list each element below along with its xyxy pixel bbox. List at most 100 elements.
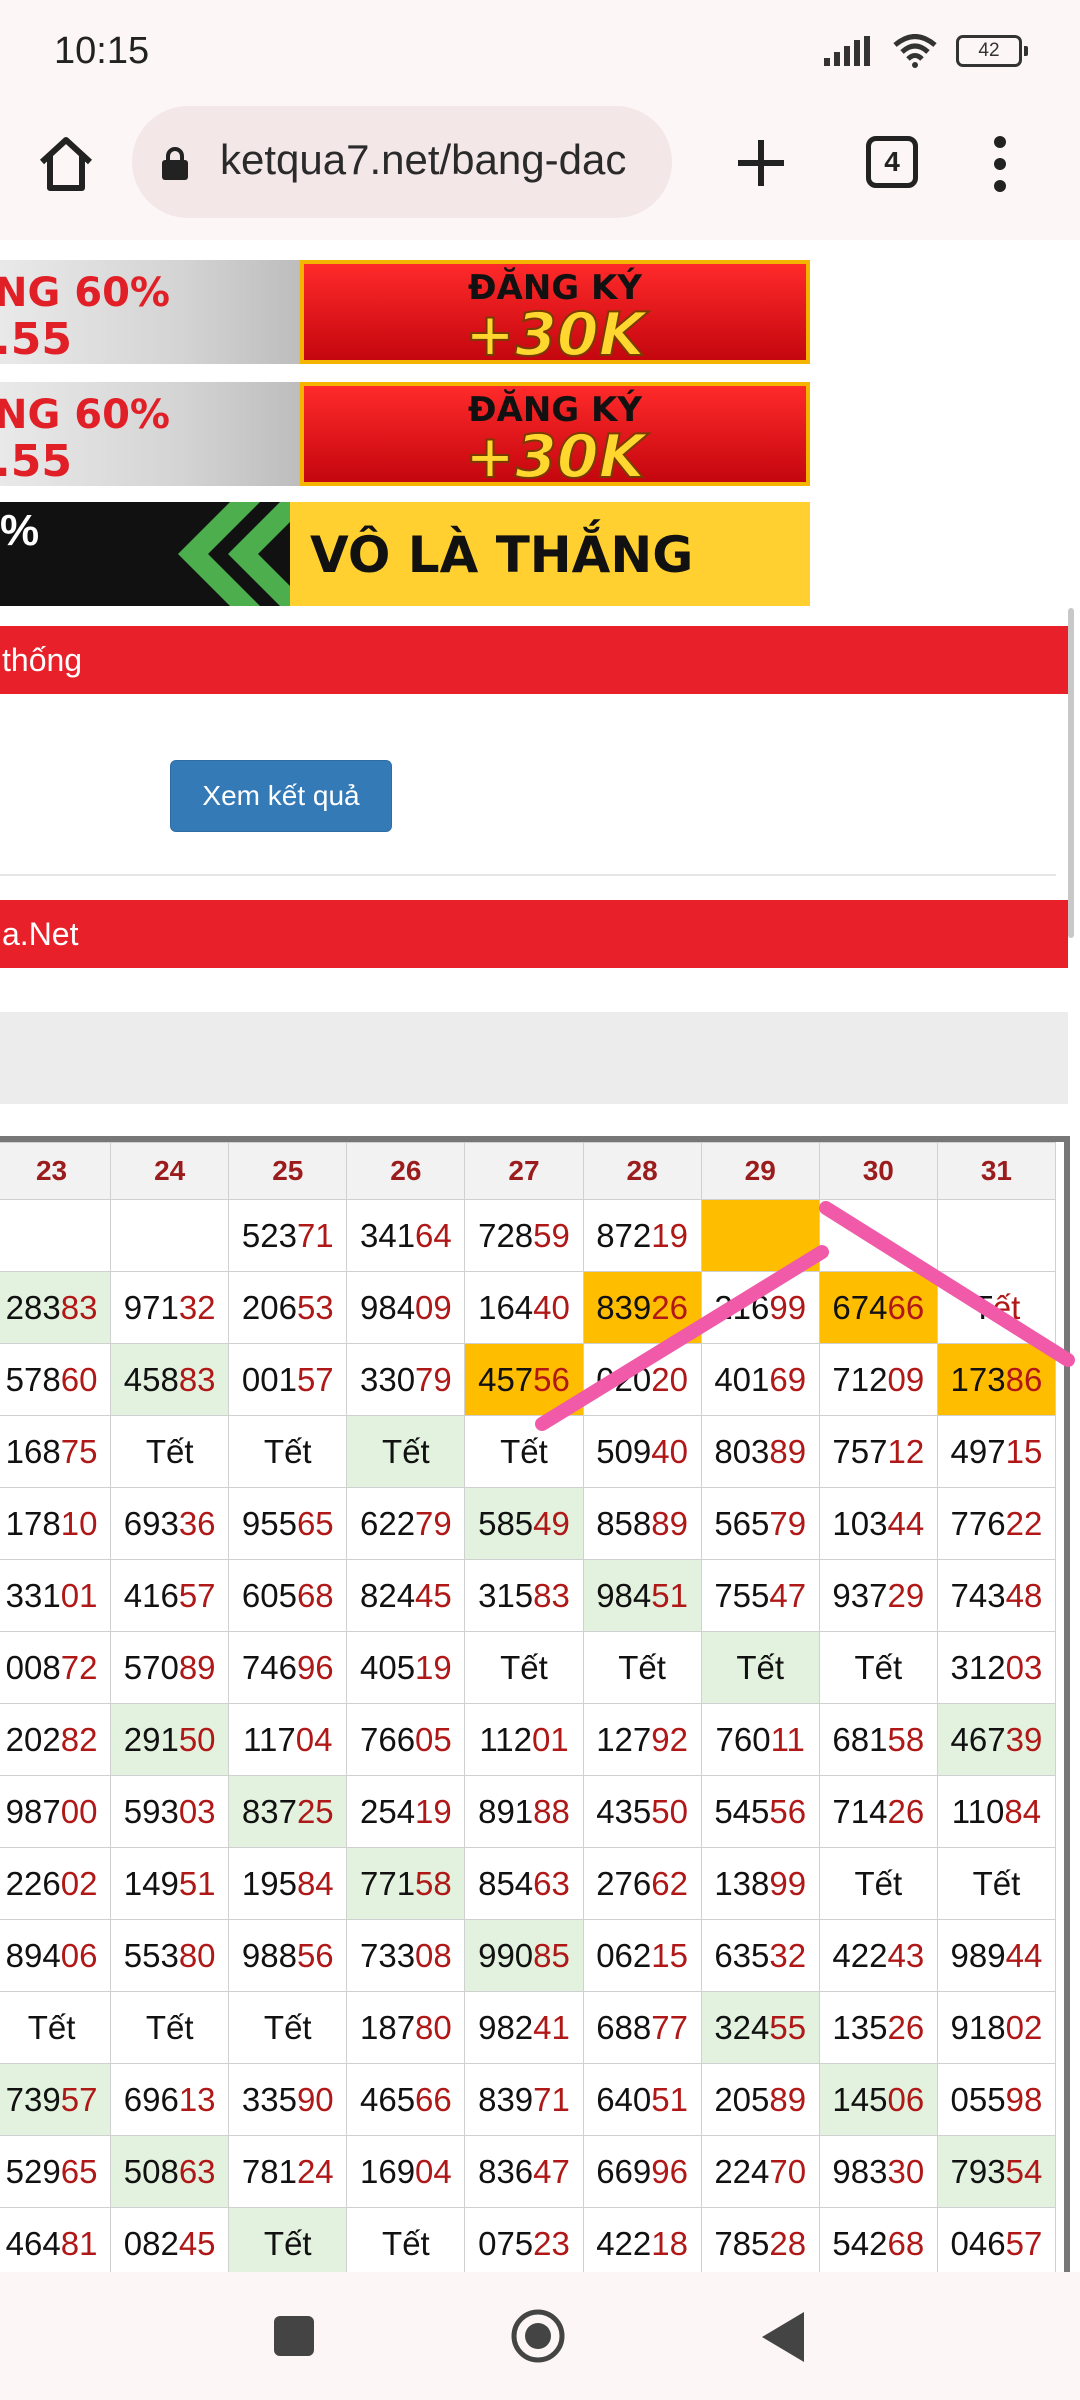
table-cell: 78528 xyxy=(700,2207,820,2272)
cell-lead: 837 xyxy=(241,1792,297,1830)
table-cell: 34164 xyxy=(346,1199,466,1272)
cell-tail: ết xyxy=(992,1288,1021,1326)
cell-lead: 622 xyxy=(359,1504,416,1542)
new-tab-icon[interactable] xyxy=(728,130,794,196)
table-cell: Tết xyxy=(346,1415,466,1488)
table-cell: 11201 xyxy=(464,1703,584,1776)
cell-tail: 44 xyxy=(1005,1936,1043,1974)
back-icon[interactable] xyxy=(758,2310,808,2364)
cell-lead: 755 xyxy=(714,1576,770,1614)
cell-tail: 30 xyxy=(887,2152,925,2190)
table-cell: 32455 xyxy=(700,1991,820,2064)
cell-lead: Tết xyxy=(382,1432,430,1470)
cell-lead: 020 xyxy=(596,1360,652,1398)
cell-lead: 984 xyxy=(359,1288,416,1326)
page-scrollbar[interactable] xyxy=(1068,608,1074,938)
cell-lead: 983 xyxy=(832,2152,888,2190)
cell-tail: 00 xyxy=(60,1792,98,1830)
table-cell: 40169 xyxy=(700,1343,820,1416)
cell-lead: 467 xyxy=(950,1720,1006,1758)
table-cell: 27662 xyxy=(582,1847,702,1920)
table-cell: 77158 xyxy=(346,1847,466,1920)
cell-tail: 63 xyxy=(178,2152,216,2190)
table-cell: 98700 xyxy=(0,1775,112,1848)
table-cell: 29150 xyxy=(110,1703,230,1776)
table-cell: 74696 xyxy=(228,1631,348,1704)
cell-lead: 793 xyxy=(950,2152,1006,2190)
cell-tail: 26 xyxy=(651,1288,688,1326)
cell-lead: 195 xyxy=(241,1864,297,1902)
tab-switcher-button[interactable]: 4 xyxy=(866,136,918,188)
table-cell: 22470 xyxy=(700,2135,820,2208)
cell-tail: 40 xyxy=(651,1432,688,1470)
table-cell: 13526 xyxy=(818,1991,938,2064)
cell-tail: 39 xyxy=(1005,1720,1043,1758)
ad-banner-2-left: NG 60% .55 xyxy=(0,382,300,486)
ad-banner-2-right: ĐĂNG KÝ +30K xyxy=(300,382,810,486)
table-cell: Tết xyxy=(464,1415,584,1488)
cell-lead: 635 xyxy=(714,1936,770,1974)
cell-lead: 457 xyxy=(478,1360,534,1398)
address-bar[interactable]: ketqua7.net/bang-dac xyxy=(132,106,672,218)
cell-tail: 06 xyxy=(887,2080,925,2118)
cell-tail: 70 xyxy=(769,2152,807,2190)
table-cell: 08245 xyxy=(110,2207,230,2272)
cell-lead: 746 xyxy=(241,1648,297,1686)
cell-lead: 585 xyxy=(478,1504,534,1542)
cell-tail: 06 xyxy=(60,1936,98,1974)
home-icon[interactable] xyxy=(30,128,102,200)
table-row: 73957 69613 33590 46566 83971 64051 20589 14506… xyxy=(0,2063,1057,2136)
cell-tail: 29 xyxy=(887,1576,925,1614)
table-cell: 40519 xyxy=(346,1631,466,1704)
table-cell xyxy=(936,1199,1057,1272)
col-header: 31 xyxy=(936,1142,1057,1200)
cell-lead: 202 xyxy=(5,1720,61,1758)
table-cell: 50940 xyxy=(582,1415,702,1488)
cell-tail: 51 xyxy=(178,1864,216,1902)
ad-banner-2[interactable]: NG 60% .55 ĐĂNG KÝ +30K xyxy=(0,382,810,486)
cell-lead: 674 xyxy=(832,1288,888,1326)
home-circle-icon[interactable] xyxy=(510,2308,566,2364)
table-row: 22602 14951 19584 77158 85463 27662 13899 Tết Tế… xyxy=(0,1847,1057,1920)
ad-banner-1[interactable]: NG 60% .55 ĐĂNG KÝ +30K xyxy=(0,260,810,364)
table-cell: 25419 xyxy=(346,1775,466,1848)
cell-tail: 15 xyxy=(1005,1432,1043,1470)
table-cell: 89188 xyxy=(464,1775,584,1848)
table-row: 52371 34164 72859 87219 xyxy=(0,1199,1057,1272)
recents-button[interactable] xyxy=(274,2316,314,2356)
cell-tail: 60 xyxy=(60,1360,98,1398)
cell-tail: 65 xyxy=(296,1504,334,1542)
table-cell: 73308 xyxy=(346,1919,466,1992)
cell-tail: 48 xyxy=(1005,1576,1043,1614)
table-cell: 31583 xyxy=(464,1559,584,1632)
table-cell: 11084 xyxy=(936,1775,1057,1848)
col-header: 25 xyxy=(228,1142,348,1200)
cell-tail: 89 xyxy=(178,1648,216,1686)
table-cell: 33079 xyxy=(346,1343,466,1416)
table-cell: 06215 xyxy=(582,1919,702,1992)
table-cell: 20589 xyxy=(700,2063,820,2136)
table-cell: 91802 xyxy=(936,1991,1057,2064)
table-cell: 69336 xyxy=(110,1487,230,1560)
col-header: 27 xyxy=(464,1142,584,1200)
cell-tail: 32 xyxy=(178,1288,216,1326)
table-cell: 73957 xyxy=(0,2063,112,2136)
signal-icon xyxy=(824,36,870,66)
ad-banner-3[interactable]: % VÔ LÀ THẮNG xyxy=(0,502,810,606)
cell-tail: 99 xyxy=(769,1288,807,1326)
cell-tail: 75 xyxy=(60,1432,98,1470)
table-row: 20282 29150 11704 76605 11201 12792 76011 68158… xyxy=(0,1703,1057,1776)
cell-tail: 12 xyxy=(887,1432,925,1470)
cell-lead: 216 xyxy=(714,1288,770,1326)
table-row: 98700 59303 83725 25419 89188 43550 54556 71426… xyxy=(0,1775,1057,1848)
more-menu-icon[interactable] xyxy=(980,128,1020,200)
cell-lead: Tết xyxy=(27,2008,76,2046)
table-cell: 87219 xyxy=(582,1199,702,1272)
cell-lead: 836 xyxy=(478,2152,534,2190)
cell-tail: 58 xyxy=(415,1864,452,1902)
cell-tail: 62 xyxy=(651,1864,688,1902)
view-results-button[interactable]: Xem kết quả xyxy=(170,760,392,832)
cell-tail: 64 xyxy=(415,1216,452,1254)
cell-tail: 03 xyxy=(1005,1648,1043,1686)
table-cell: 85889 xyxy=(582,1487,702,1560)
